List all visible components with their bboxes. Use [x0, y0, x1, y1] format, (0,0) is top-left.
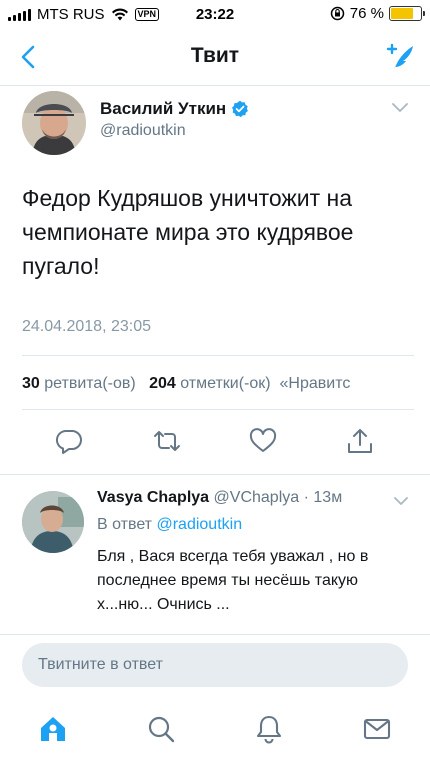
- retweets-count: 30: [22, 375, 40, 392]
- reply-icon[interactable]: [55, 427, 83, 455]
- battery-percent: 76 %: [349, 5, 384, 22]
- reply-author-avatar[interactable]: [22, 491, 84, 553]
- reply-input[interactable]: Твитните в ответ: [22, 643, 408, 687]
- reply-author-name[interactable]: Vasya Chaplya: [97, 489, 209, 506]
- divider: [22, 409, 414, 410]
- likes-count: 204: [149, 375, 176, 392]
- tweet-text: Федор Кудряшов уничтожит на чемпионате м…: [22, 185, 354, 279]
- tweet-actions: [0, 427, 430, 463]
- retweet-icon[interactable]: [153, 427, 181, 455]
- status-bar: MTS RUS VPN 23:22 76 %: [0, 0, 430, 30]
- likes-label: отметки(-ок): [180, 375, 271, 392]
- chevron-down-icon[interactable]: [392, 103, 408, 113]
- battery-icon: [389, 6, 425, 21]
- retweets-label: ретвита(-ов): [44, 375, 136, 392]
- reply-tweet[interactable]: Vasya Chaplya @VChaplya · 13м В ответ @r…: [0, 474, 430, 634]
- reply-composer-bar: Твитните в ответ: [0, 634, 430, 692]
- reply-to-mention[interactable]: @radioutkin: [156, 516, 242, 533]
- navigation-bar: Твит: [0, 30, 430, 86]
- reply-to-line: В ответ @radioutkin: [97, 516, 242, 534]
- tweet-timestamp: 24.04.2018, 23:05: [22, 318, 152, 335]
- tweet-stats: 30 ретвита(-ов) 204 отметки(-ок) «Нравит…: [22, 375, 430, 393]
- home-icon[interactable]: [38, 714, 68, 744]
- author-name-row[interactable]: Василий Уткин: [100, 99, 249, 119]
- share-icon[interactable]: [346, 427, 374, 455]
- like-heart-icon[interactable]: [249, 427, 277, 455]
- messages-icon[interactable]: [362, 714, 392, 744]
- more-stat-label[interactable]: «Нравитс: [280, 375, 351, 392]
- chevron-down-icon[interactable]: [394, 497, 408, 506]
- divider: [22, 355, 414, 356]
- reply-header: Vasya Chaplya @VChaplya · 13м: [97, 489, 342, 507]
- verified-badge-icon: [232, 100, 249, 118]
- retweets-stat[interactable]: 30 ретвита(-ов): [22, 375, 136, 392]
- search-icon[interactable]: [146, 714, 176, 744]
- reply-text: Бля , Вася всегда тебя уважал , но в пос…: [97, 548, 369, 613]
- compose-tweet-icon[interactable]: [382, 39, 418, 75]
- reply-time: 13м: [313, 489, 343, 506]
- tab-bar: [0, 692, 430, 763]
- reply-separator: ·: [303, 489, 309, 506]
- likes-stat[interactable]: 204 отметки(-ок): [149, 375, 271, 392]
- reply-to-prefix: В ответ: [97, 516, 153, 533]
- author-name: Василий Уткин: [100, 99, 227, 118]
- reply-author-handle: @VChaplya: [213, 489, 300, 506]
- author-handle: @radioutkin: [100, 122, 186, 139]
- page-title: Твит: [190, 44, 240, 67]
- rotation-lock-icon: [330, 6, 345, 21]
- notifications-icon[interactable]: [254, 714, 284, 744]
- author-avatar[interactable]: [22, 91, 86, 155]
